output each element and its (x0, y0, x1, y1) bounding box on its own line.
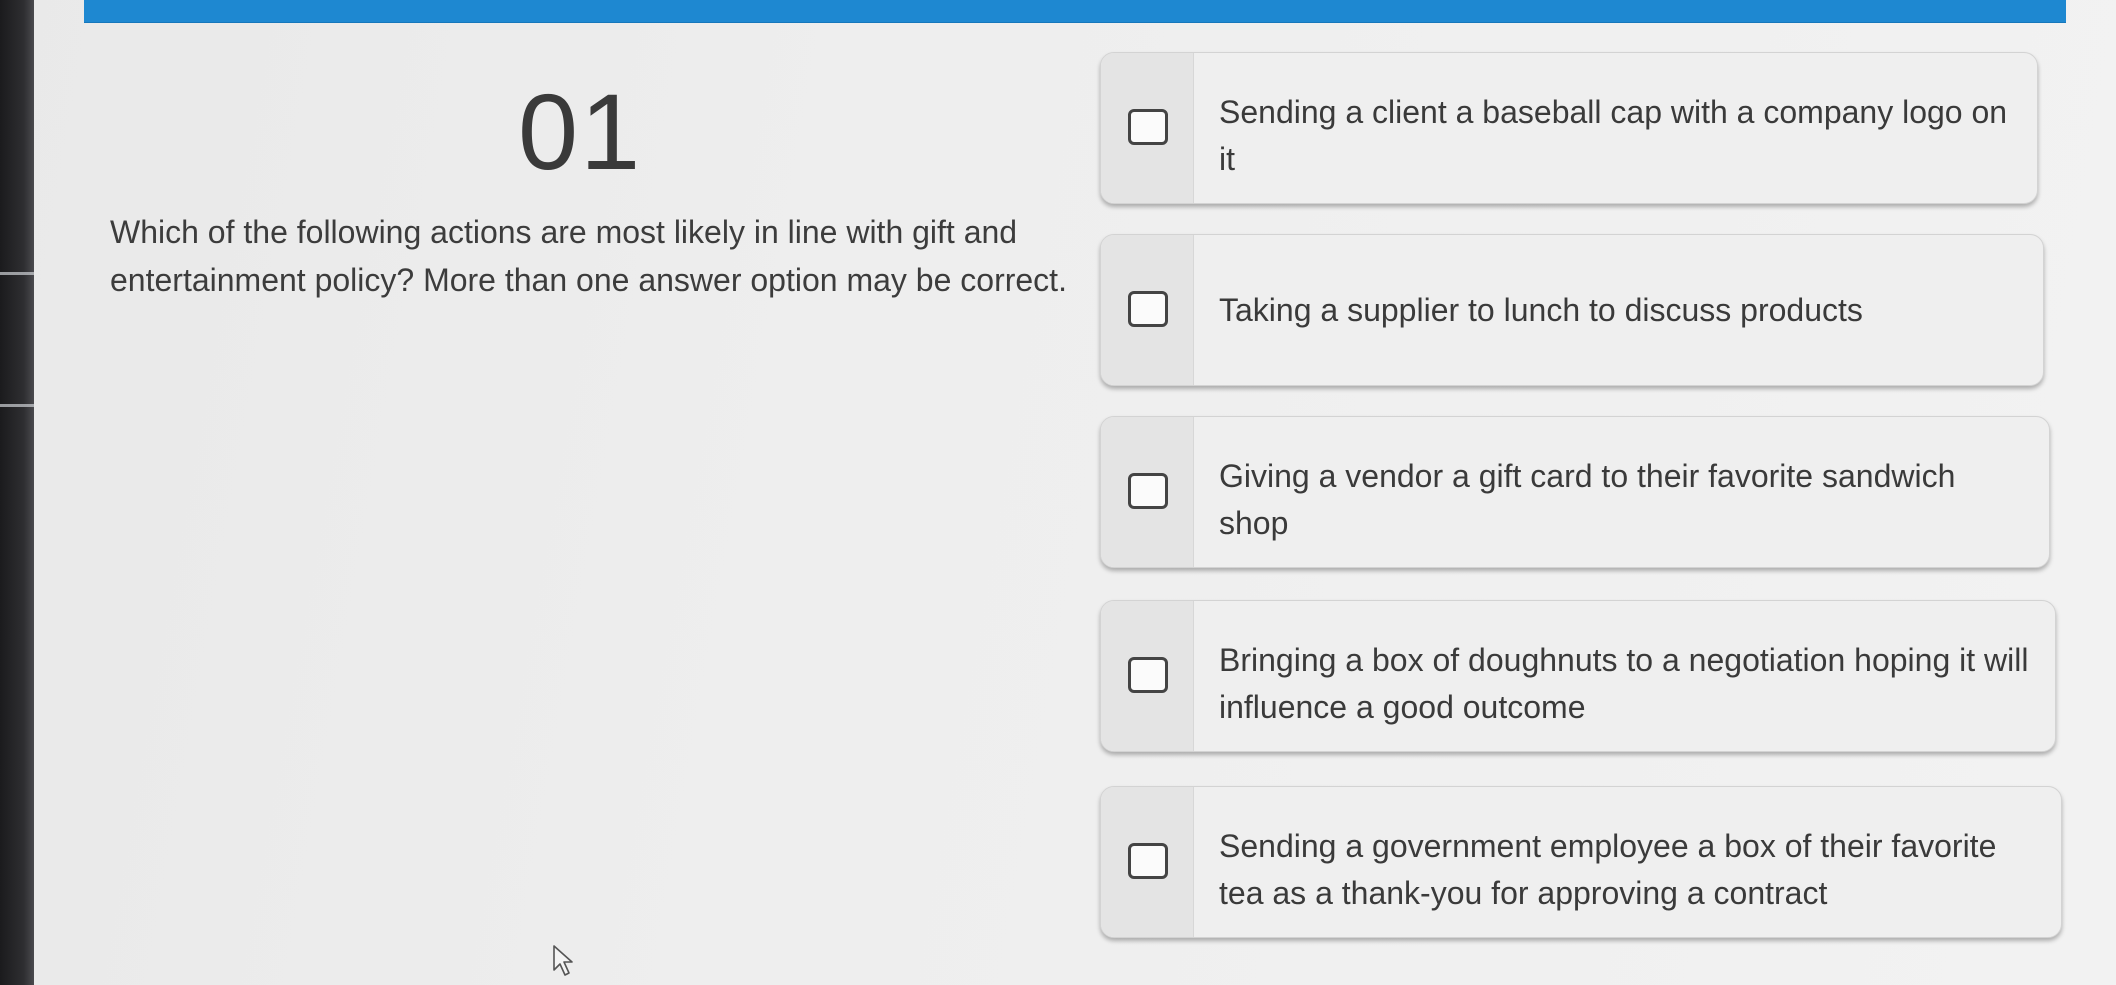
answer-option-2[interactable]: Taking a supplier to lunch to discuss pr… (1100, 234, 2044, 386)
answer-option-4[interactable]: Bringing a box of doughnuts to a negotia… (1100, 600, 2056, 752)
answer-option-3[interactable]: Giving a vendor a gift card to their fav… (1100, 416, 2050, 568)
checkbox-icon[interactable] (1128, 843, 1168, 879)
checkbox-icon[interactable] (1128, 473, 1168, 509)
checkbox-icon[interactable] (1128, 657, 1168, 693)
header-bar (84, 0, 2066, 23)
checkbox-column (1101, 53, 1194, 203)
answer-option-5[interactable]: Sending a government employee a box of t… (1100, 786, 2062, 938)
answer-option-label: Sending a client a baseball cap with a c… (1219, 94, 2008, 177)
checkbox-icon[interactable] (1128, 291, 1168, 327)
quiz-screen: 01 Which of the following actions are mo… (0, 0, 2116, 985)
bezel-divider (0, 404, 34, 407)
bezel-divider (0, 272, 34, 275)
question-prompt: Which of the following actions are most … (110, 214, 1067, 298)
answer-option-label: Giving a vendor a gift card to their fav… (1219, 458, 1956, 541)
checkbox-column (1101, 235, 1194, 385)
checkbox-column (1101, 601, 1194, 751)
answer-option-label: Bringing a box of doughnuts to a negotia… (1219, 642, 2029, 725)
question-number: 01 (518, 71, 643, 192)
checkbox-column (1101, 417, 1194, 567)
mouse-pointer-icon (553, 945, 573, 976)
answer-option-label: Sending a government employee a box of t… (1219, 828, 1997, 911)
answer-option-label: Taking a supplier to lunch to discuss pr… (1219, 292, 1863, 328)
checkbox-icon[interactable] (1128, 109, 1168, 145)
checkbox-column (1101, 787, 1194, 937)
screen-bezel (0, 0, 34, 985)
answer-option-1[interactable]: Sending a client a baseball cap with a c… (1100, 52, 2038, 204)
